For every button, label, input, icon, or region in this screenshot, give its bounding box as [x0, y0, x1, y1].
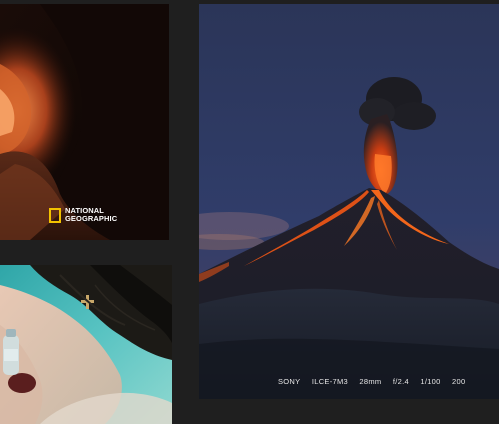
volcano-image — [199, 4, 499, 399]
portrait-photo[interactable] — [0, 265, 172, 424]
logo-line-2: GEOGRAPHIC — [65, 214, 118, 223]
exif-model: ILCE-7M3 — [311, 377, 349, 386]
exif-shutter: 1/100 — [420, 377, 441, 386]
canyon-image — [0, 4, 169, 240]
national-geographic-logo: NATIONAL GEOGRAPHIC — [49, 207, 117, 223]
volcano-photo[interactable]: SONY ILCE-7M3 28mm f/2.4 1/100 200 — [199, 4, 499, 399]
canyon-photo[interactable]: NATIONAL GEOGRAPHIC — [0, 4, 169, 240]
photo-gallery: NATIONAL GEOGRAPHIC SONY ILCE-7M3 28mm f… — [0, 0, 499, 424]
national-geographic-frame-icon — [49, 207, 61, 223]
portrait-image — [0, 265, 172, 424]
exif-focal-length: 28mm — [359, 377, 382, 386]
exif-aperture: f/2.4 — [392, 377, 409, 386]
national-geographic-wordmark: NATIONAL GEOGRAPHIC — [65, 207, 117, 223]
exif-iso: 200 — [452, 377, 466, 386]
exif-make: SONY — [278, 377, 301, 386]
exif-info: SONY ILCE-7M3 28mm f/2.4 1/100 200 — [278, 377, 465, 386]
